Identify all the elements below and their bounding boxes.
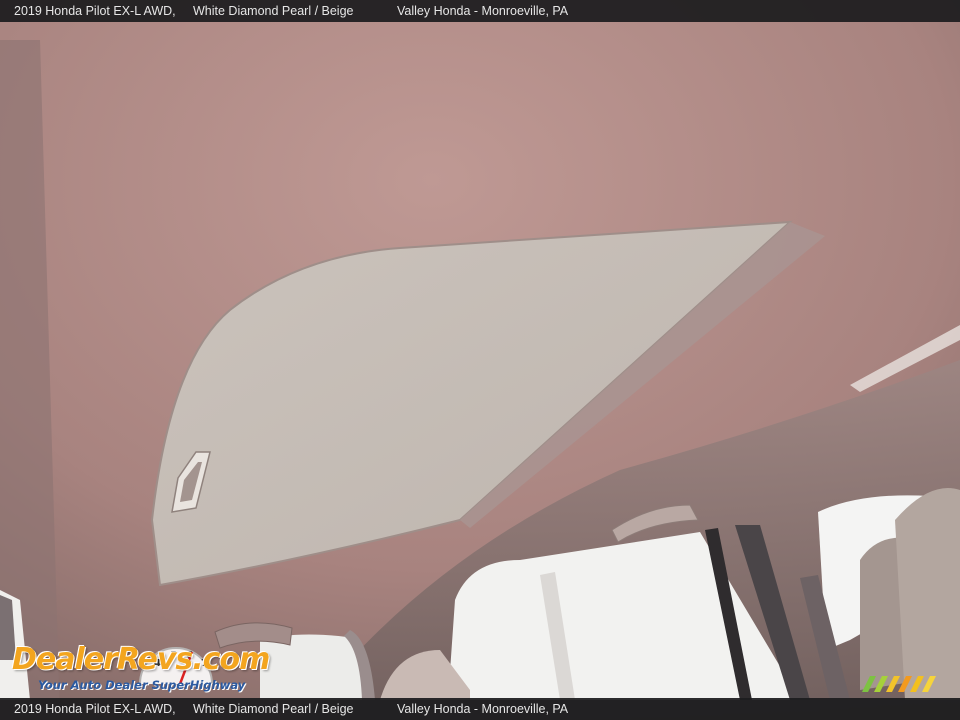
stripes-icon xyxy=(862,676,936,692)
headliner-photo xyxy=(0,0,960,720)
watermark-tagline: Your Auto Dealer SuperHighway xyxy=(38,678,246,692)
watermark-brand: DealerRevs.com xyxy=(12,642,270,677)
caption-bar-top: 2019 Honda Pilot EX-L AWD, White Diamond… xyxy=(0,0,960,22)
color-caption: White Diamond Pearl / Beige xyxy=(193,4,354,18)
dealer-caption: Valley Honda - Monroeville, PA xyxy=(397,702,569,716)
color-caption: White Diamond Pearl / Beige xyxy=(193,702,354,716)
dealer-caption: Valley Honda - Monroeville, PA xyxy=(397,4,569,18)
vehicle-caption: 2019 Honda Pilot EX-L AWD, xyxy=(14,4,176,18)
caption-bar-bottom: 2019 Honda Pilot EX-L AWD, White Diamond… xyxy=(0,698,960,720)
vehicle-caption: 2019 Honda Pilot EX-L AWD, xyxy=(14,702,176,716)
